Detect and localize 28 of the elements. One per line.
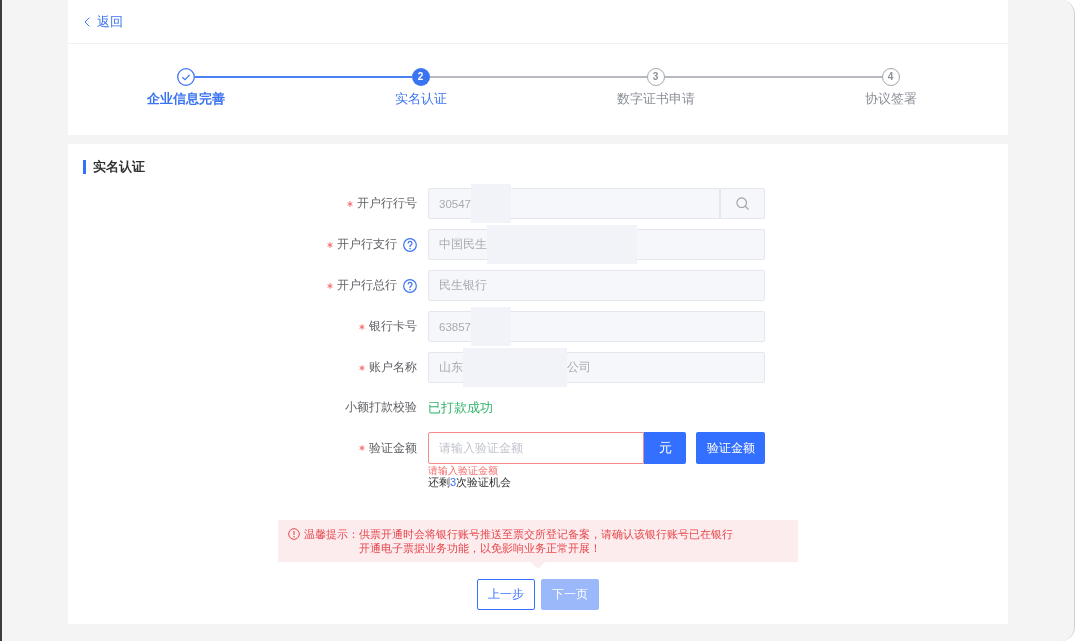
amount-input[interactable]: 请输入验证金额	[428, 432, 644, 464]
verify-amount-button[interactable]: 验证金额	[696, 432, 765, 464]
field-label: 开户行总行	[337, 278, 397, 293]
step-label: 数字证书申请	[616, 91, 695, 107]
field-label: 银行卡号	[369, 319, 417, 334]
alert-circle-icon	[288, 528, 300, 540]
field-label: 验证金额	[369, 440, 417, 456]
notice-title: 温馨提示：	[304, 527, 359, 541]
status-text: 已打款成功	[428, 399, 493, 416]
section-title: 实名认证	[83, 160, 145, 174]
back-link[interactable]: 返回	[84, 13, 123, 30]
search-icon	[736, 197, 749, 210]
chevron-left-icon	[84, 16, 90, 27]
field-label: 开户行行号	[357, 196, 417, 211]
step-number: 3	[646, 68, 665, 86]
error-message: 请输入验证金额	[428, 465, 498, 476]
notice-message: 供票开通时会将银行账号推送至票交所登记备案，请确认该银行账号已在银行开通电子票据业务功能，以免影响业务正常开展！	[359, 527, 734, 555]
previous-step-button[interactable]: 上一步	[477, 579, 535, 610]
step-label: 企业信息完善	[146, 91, 225, 107]
step-label: 实名认证	[394, 91, 447, 107]
unit-addon: 元	[644, 432, 686, 464]
field-label: 开户行支行	[337, 237, 397, 252]
step-label: 协议签署	[864, 91, 917, 107]
field-label: 小额打款校验	[345, 400, 417, 415]
step-number: 2	[411, 68, 430, 86]
attempts-remaining-text: 还剩3次验证机会	[428, 476, 512, 489]
step-number: 4	[881, 68, 900, 86]
field-label: 账户名称	[369, 360, 417, 375]
